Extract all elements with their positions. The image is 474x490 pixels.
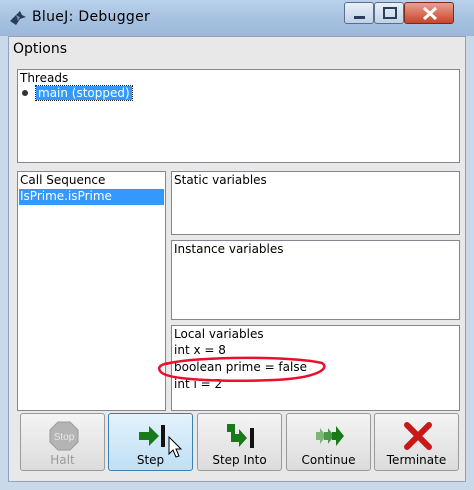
highlight-ellipse	[158, 356, 326, 382]
call-sequence-panel[interactable]: Call Sequence IsPrime.isPrime	[17, 171, 166, 411]
stop-sign-icon: Stop	[49, 421, 79, 451]
menu-bar: Options	[9, 37, 465, 61]
halt-button[interactable]: Stop Halt	[20, 413, 105, 471]
menu-options[interactable]: Options	[13, 41, 67, 57]
close-button[interactable]	[404, 2, 454, 24]
thread-bullet-icon	[22, 90, 28, 96]
instance-variables-panel[interactable]: Instance variables	[171, 240, 460, 320]
threads-header: Threads	[20, 71, 69, 85]
control-button-bar: Stop Halt Step Step Into Continue Termin…	[17, 411, 460, 473]
bluej-bird-icon	[10, 11, 26, 25]
minimize-button[interactable]	[344, 2, 374, 24]
continue-arrows-icon	[316, 426, 344, 446]
terminate-x-icon	[404, 422, 432, 450]
static-variables-panel[interactable]: Static variables	[171, 171, 460, 235]
threads-panel[interactable]: Threads main (stopped)	[17, 69, 460, 163]
mouse-cursor-icon	[168, 436, 183, 458]
instance-variables-header: Instance variables	[174, 242, 284, 256]
halt-label: Halt	[50, 453, 75, 467]
maximize-button[interactable]	[374, 2, 404, 24]
continue-label: Continue	[301, 453, 356, 467]
maximize-icon	[383, 7, 397, 19]
terminate-label: Terminate	[386, 453, 447, 467]
call-sequence-header: Call Sequence	[20, 173, 106, 187]
local-variables-header: Local variables	[174, 327, 264, 341]
step-into-label: Step Into	[212, 453, 267, 467]
title-bar[interactable]: BlueJ: Debugger	[0, 0, 474, 36]
step-into-icon	[227, 424, 254, 448]
step-arrow-icon	[139, 425, 165, 447]
step-into-button[interactable]: Step Into	[197, 413, 282, 471]
static-variables-header: Static variables	[174, 173, 267, 187]
close-icon	[422, 6, 438, 21]
call-sequence-item[interactable]: IsPrime.isPrime	[19, 189, 164, 205]
thread-item-main[interactable]: main (stopped)	[35, 85, 133, 101]
svg-text:Stop: Stop	[54, 432, 75, 443]
continue-button[interactable]: Continue	[286, 413, 371, 471]
minimize-icon	[354, 16, 365, 19]
window-title: BlueJ: Debugger	[32, 9, 151, 25]
terminate-button[interactable]: Terminate	[374, 413, 459, 471]
debugger-window: Options Threads main (stopped) Call Sequ…	[8, 36, 466, 482]
